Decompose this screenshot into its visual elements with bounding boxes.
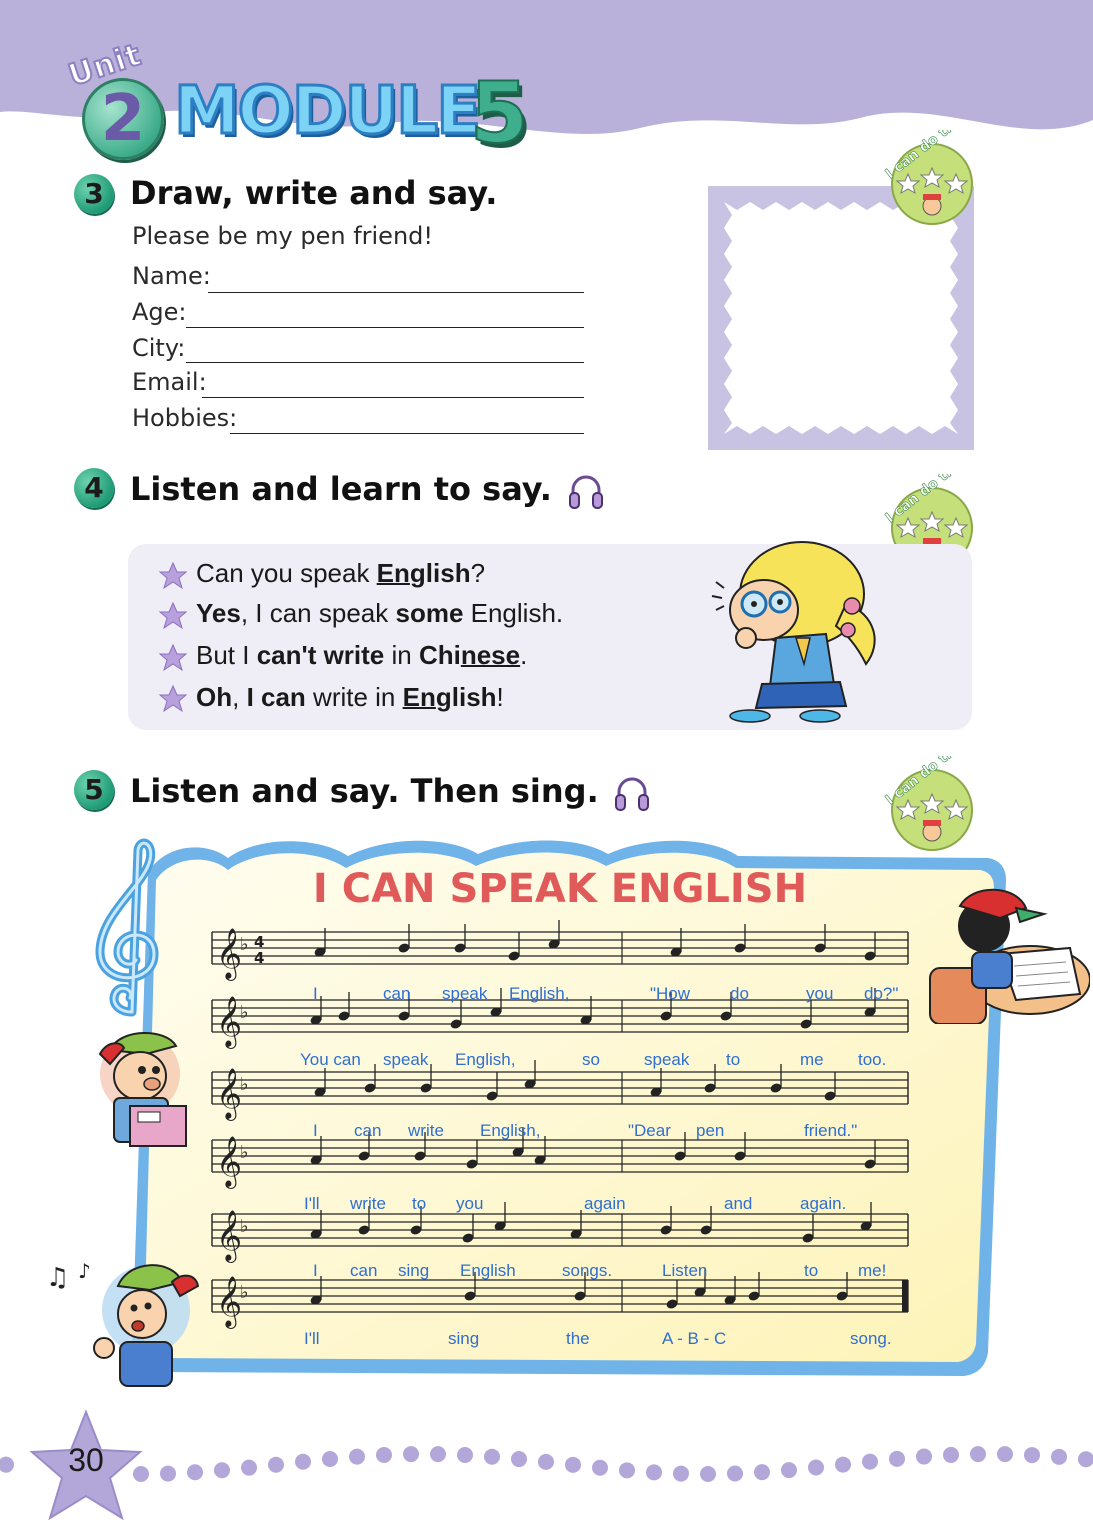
lyric-word: so — [582, 1050, 600, 1069]
lyric-word: sing — [448, 1329, 480, 1348]
lyric-word: can — [350, 1261, 378, 1280]
footer-dot — [997, 1446, 1013, 1463]
footer-dot — [484, 1448, 500, 1465]
lyric-word: "How — [650, 984, 691, 1003]
footer-dot — [754, 1464, 770, 1481]
footer-dot — [700, 1465, 716, 1482]
footer-dot — [538, 1453, 554, 1470]
footer-dot — [511, 1451, 527, 1468]
lyric-word: the — [566, 1329, 590, 1348]
footer-dot — [565, 1456, 581, 1473]
page-number: 30 — [68, 1442, 104, 1478]
svg-text:♪: ♪ — [78, 1259, 91, 1283]
footer-dot — [430, 1446, 446, 1463]
lyric-word: and — [724, 1194, 753, 1213]
footer-dot — [808, 1459, 824, 1476]
boy-reading-illustration — [98, 1032, 187, 1147]
footer-dot — [376, 1446, 392, 1463]
lyric-word: you — [806, 984, 834, 1003]
lyric-word: I'll — [304, 1329, 320, 1348]
lyric-word: "Dear — [628, 1121, 671, 1140]
footer-dot — [1078, 1451, 1093, 1468]
lyric-word: me — [800, 1050, 824, 1069]
lyric-word: I — [313, 1261, 318, 1280]
lyric-word: songs. — [562, 1261, 613, 1280]
footer-dot — [646, 1464, 662, 1481]
footer-dot — [835, 1456, 851, 1473]
lyric-word: do?" — [864, 984, 899, 1003]
footer-dot — [862, 1453, 878, 1470]
footer-dot — [160, 1465, 176, 1482]
lyric-word: can — [354, 1121, 382, 1140]
footer-dot — [916, 1448, 932, 1465]
lyric-word: can — [383, 984, 411, 1003]
lyric-word: song. — [850, 1329, 892, 1348]
lyric-word: pen — [696, 1121, 725, 1140]
lyric-word: English, — [455, 1050, 516, 1069]
lyric-word: again — [584, 1194, 626, 1213]
footer-dot — [295, 1453, 311, 1470]
footer-dot — [187, 1464, 203, 1481]
lyric-word: to — [726, 1050, 741, 1069]
lyric-word: A - B - C — [662, 1329, 727, 1348]
lyric-word: you — [456, 1194, 484, 1213]
footer-dot — [673, 1465, 689, 1482]
footer-dot — [592, 1459, 608, 1476]
lyric-word: to — [804, 1261, 819, 1280]
footer-dot — [943, 1446, 959, 1463]
lyric-word: speak — [644, 1050, 690, 1069]
lyric-word: write — [408, 1121, 444, 1140]
footer-dot — [1024, 1447, 1040, 1464]
lyric-word: Listen — [662, 1261, 708, 1280]
lyric-word: I'll — [304, 1194, 320, 1213]
lyric-word: to — [412, 1194, 427, 1213]
lyric-word: write — [350, 1194, 386, 1213]
lyric-word: You can — [300, 1050, 361, 1069]
footer-dot — [727, 1465, 743, 1482]
footer-dot — [457, 1447, 473, 1464]
lyric-word: friend." — [804, 1121, 858, 1140]
lyric-word: too. — [858, 1050, 887, 1069]
footer-dot — [1051, 1448, 1067, 1465]
svg-text:♫: ♫ — [46, 1263, 69, 1293]
footer-dot — [322, 1450, 338, 1467]
boy-singing-illustration: ♫ ♪ — [46, 1259, 200, 1387]
footer-dot — [241, 1459, 257, 1476]
footer-dot — [349, 1448, 365, 1465]
footer-dot — [619, 1462, 635, 1479]
footer-dot — [0, 1456, 14, 1473]
footer-dot — [970, 1446, 986, 1463]
lyric-word: English, — [480, 1121, 541, 1140]
boy-writing-illustration — [929, 888, 1090, 1024]
footer-dot — [268, 1456, 284, 1473]
lyric-word: sing — [398, 1261, 430, 1280]
lyric-word: English, — [509, 984, 570, 1003]
lyric-word: English — [460, 1261, 516, 1280]
lyric-word: me! — [858, 1261, 887, 1280]
lyric-word: I — [313, 1121, 318, 1140]
lyric-word: speak — [442, 984, 488, 1003]
footer-dot — [133, 1465, 149, 1482]
lyric-word: speak — [383, 1050, 429, 1069]
footer-dot — [781, 1462, 797, 1479]
footer-dot — [889, 1450, 905, 1467]
lyric-word: again. — [800, 1194, 847, 1213]
lyric-word: do — [730, 984, 749, 1003]
lyric-word: I — [313, 984, 318, 1003]
footer-dot — [214, 1462, 230, 1479]
footer-decoration — [0, 1409, 1093, 1521]
footer-dot — [403, 1446, 419, 1463]
